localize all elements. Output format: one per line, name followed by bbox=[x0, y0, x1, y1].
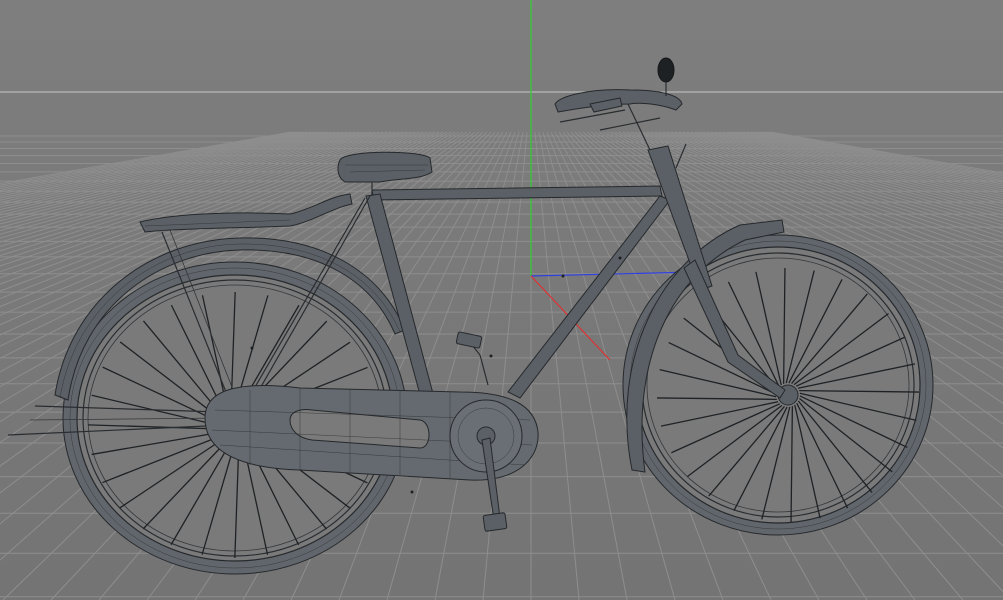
bell-icon[interactable] bbox=[657, 57, 675, 83]
3d-viewport[interactable] bbox=[0, 0, 1003, 600]
viewport-canvas[interactable] bbox=[0, 0, 1003, 600]
right-pedal[interactable] bbox=[482, 512, 508, 532]
